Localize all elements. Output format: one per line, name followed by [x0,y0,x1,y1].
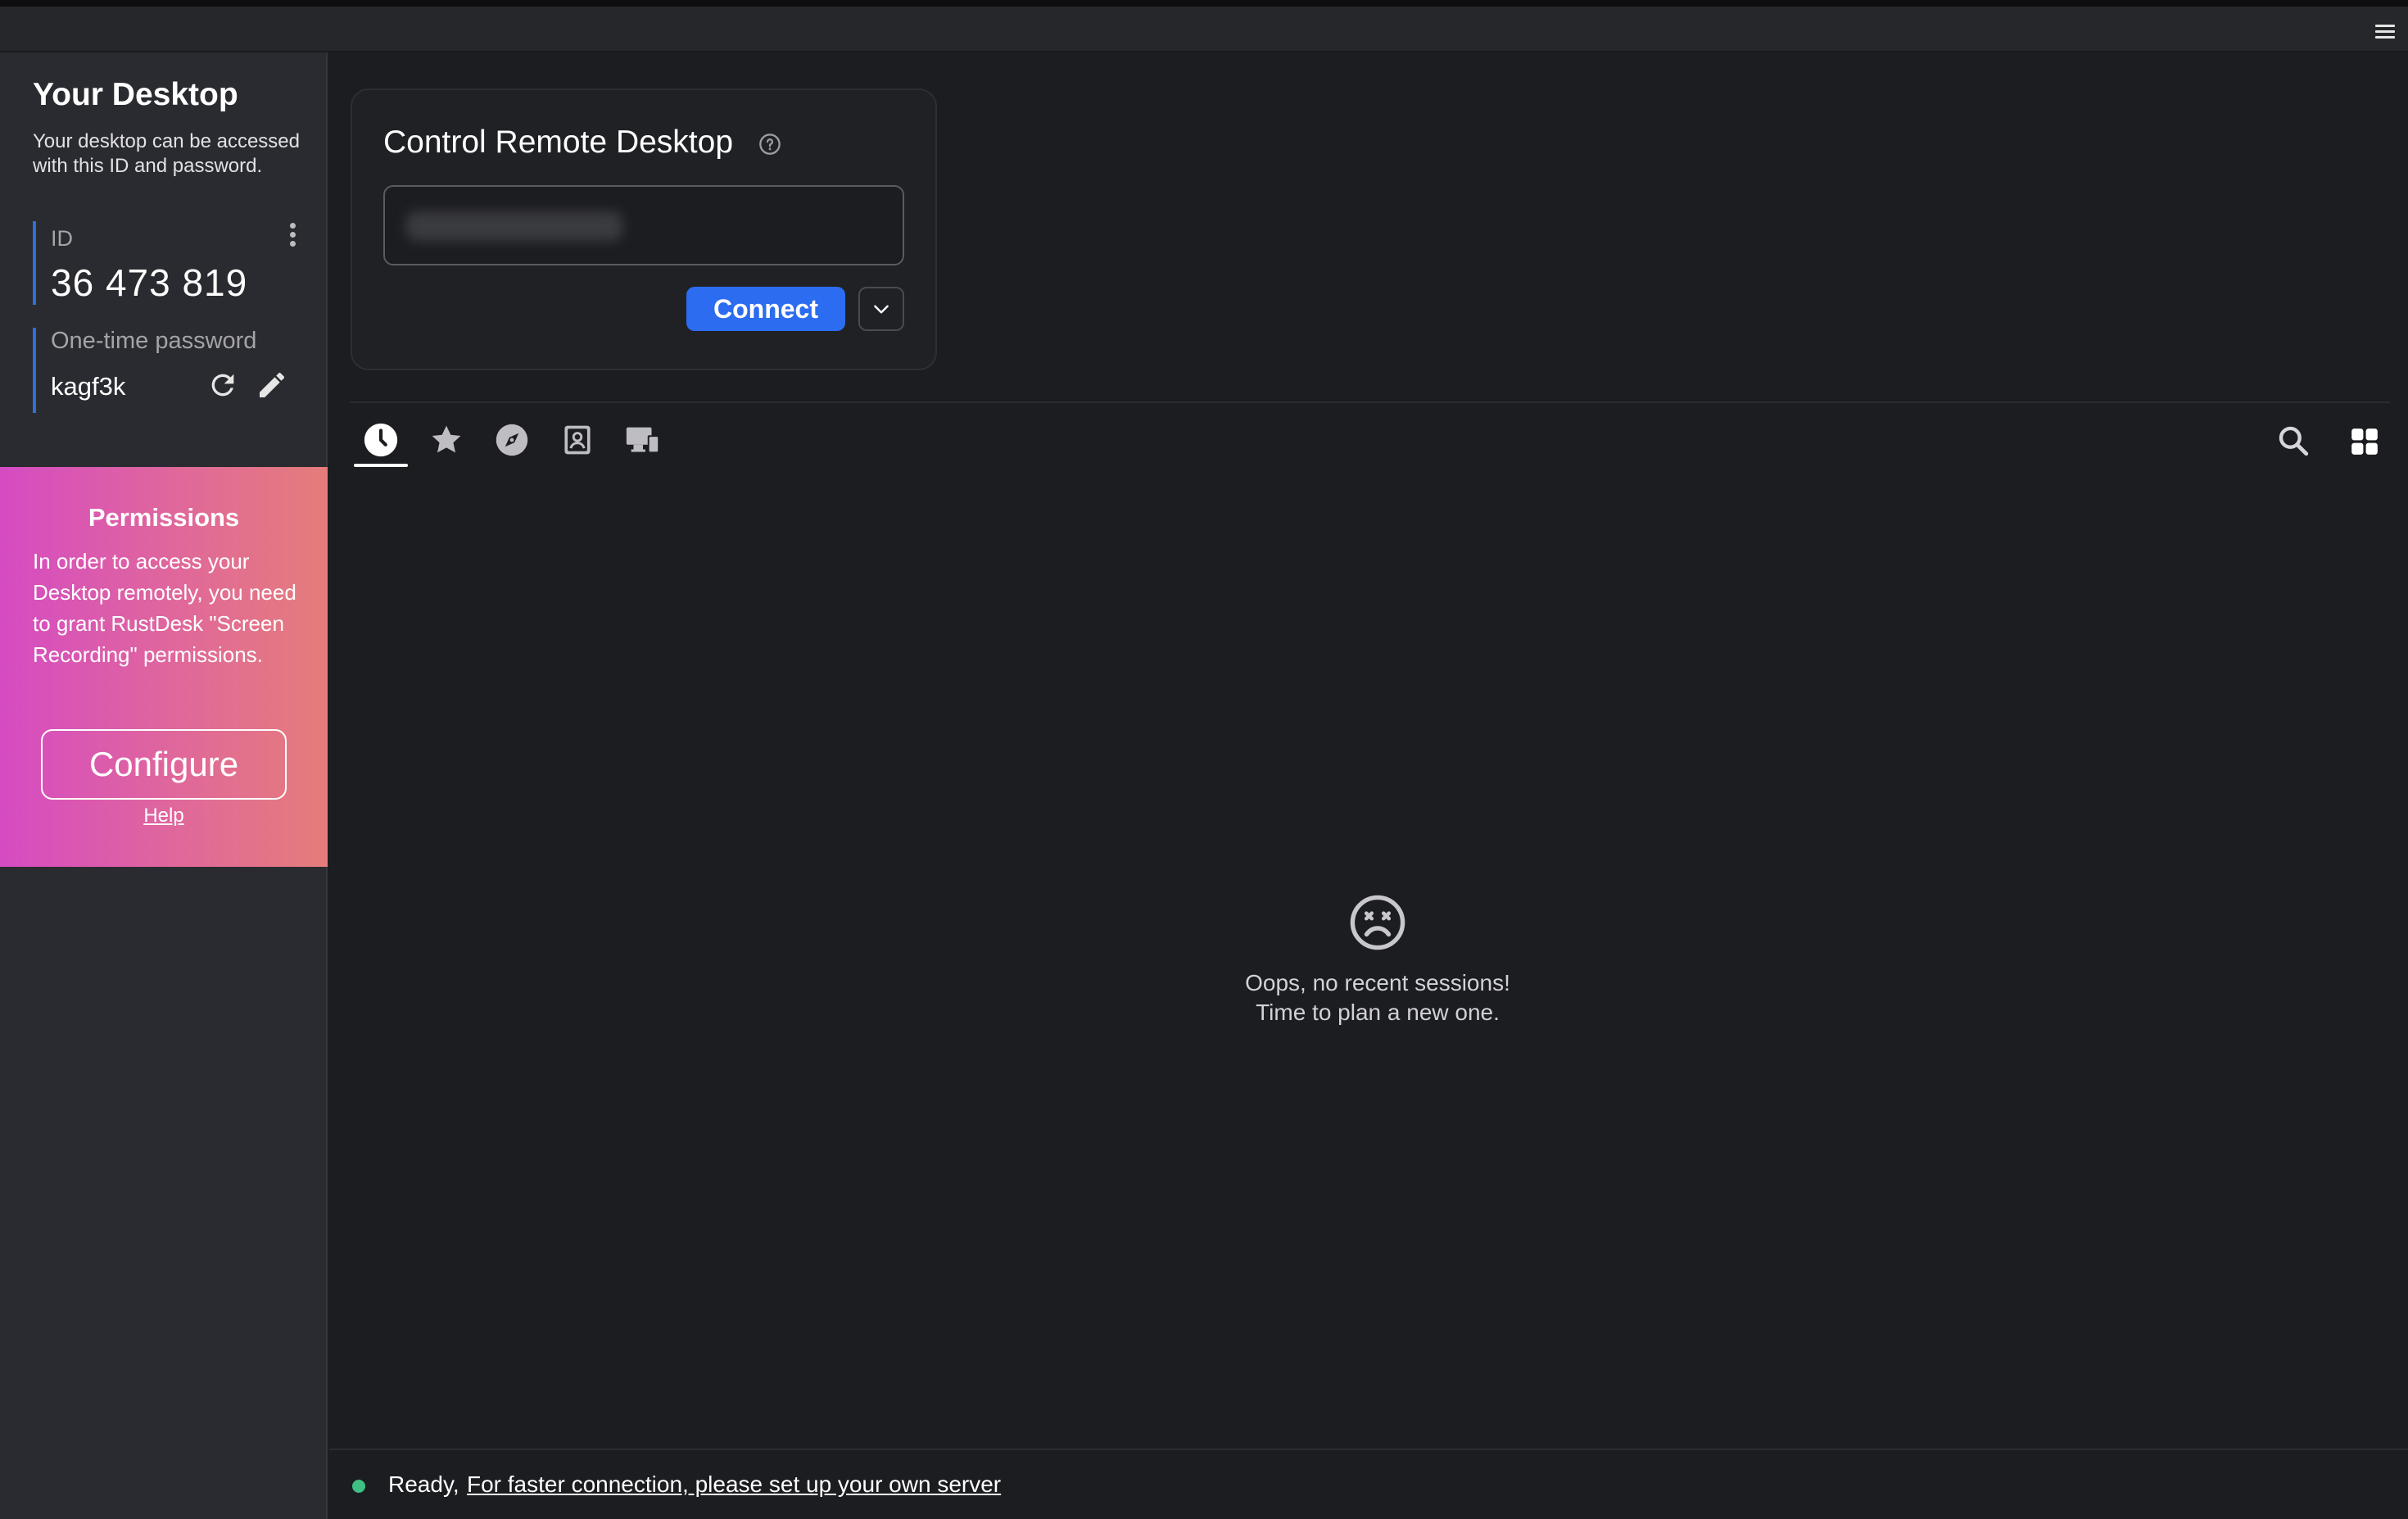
clock-icon [364,423,398,457]
grid-view-icon[interactable] [2349,426,2380,457]
permissions-panel: Permissions In order to access your Desk… [0,467,328,867]
remote-id-history-text [406,211,622,241]
tab-address-book[interactable] [557,419,598,460]
help-link[interactable]: Help [0,805,328,828]
tab-devices[interactable] [622,419,663,460]
permissions-text: In order to access your Desktop remotely… [33,549,296,667]
password-label: One-time password [51,328,257,354]
tab-discovered[interactable] [491,419,532,460]
hamburger-menu-icon[interactable] [2375,25,2395,41]
help-circle-icon[interactable] [758,133,781,156]
control-remote-title: Control Remote Desktop [383,125,734,160]
id-section: ID 36 473 819 [33,221,303,305]
tab-recent-sessions[interactable] [360,419,401,460]
divider [351,401,2390,403]
compass-icon [496,424,528,456]
star-icon [432,425,461,453]
empty-state-subtitle: Time to plan a new one. [1256,1000,1500,1025]
configure-button[interactable]: Configure [41,729,287,800]
your-desktop-title: Your Desktop [33,77,238,112]
control-remote-card: Control Remote Desktop Connect [351,88,937,370]
more-vertical-icon[interactable] [288,223,296,249]
status-indicator-dot [352,1480,365,1493]
empty-state-title: Oops, no recent sessions! [1245,970,1510,995]
setup-server-link[interactable]: For faster connection, please set up you… [467,1471,1001,1498]
edit-pencil-icon[interactable] [256,369,288,401]
id-label: ID [51,226,73,251]
password-section: One-time password kagf3k [33,328,303,413]
sad-face-icon [1348,893,1407,952]
connect-button[interactable]: Connect [686,287,845,331]
connect-options-dropdown[interactable] [858,287,904,331]
status-ready-text: Ready, [388,1471,459,1497]
tab-favorites[interactable] [426,419,467,460]
your-desktop-description: Your desktop can be accessed with this I… [33,130,301,177]
remote-id-input[interactable] [383,185,904,265]
sidebar: Your Desktop Your desktop can be accesse… [0,52,328,1519]
refresh-icon[interactable] [206,369,239,401]
chevron-down-icon [874,305,889,314]
contact-card-icon [564,425,591,455]
permissions-title: Permissions [88,503,240,532]
password-value: kagf3k [51,372,126,401]
search-icon[interactable] [2275,423,2311,459]
title-bar [0,0,2408,52]
active-tab-indicator [354,464,408,467]
devices-icon [626,427,660,454]
id-value: 36 473 819 [51,261,248,304]
status-bar: Ready, For faster connection, please set… [329,1449,2408,1519]
